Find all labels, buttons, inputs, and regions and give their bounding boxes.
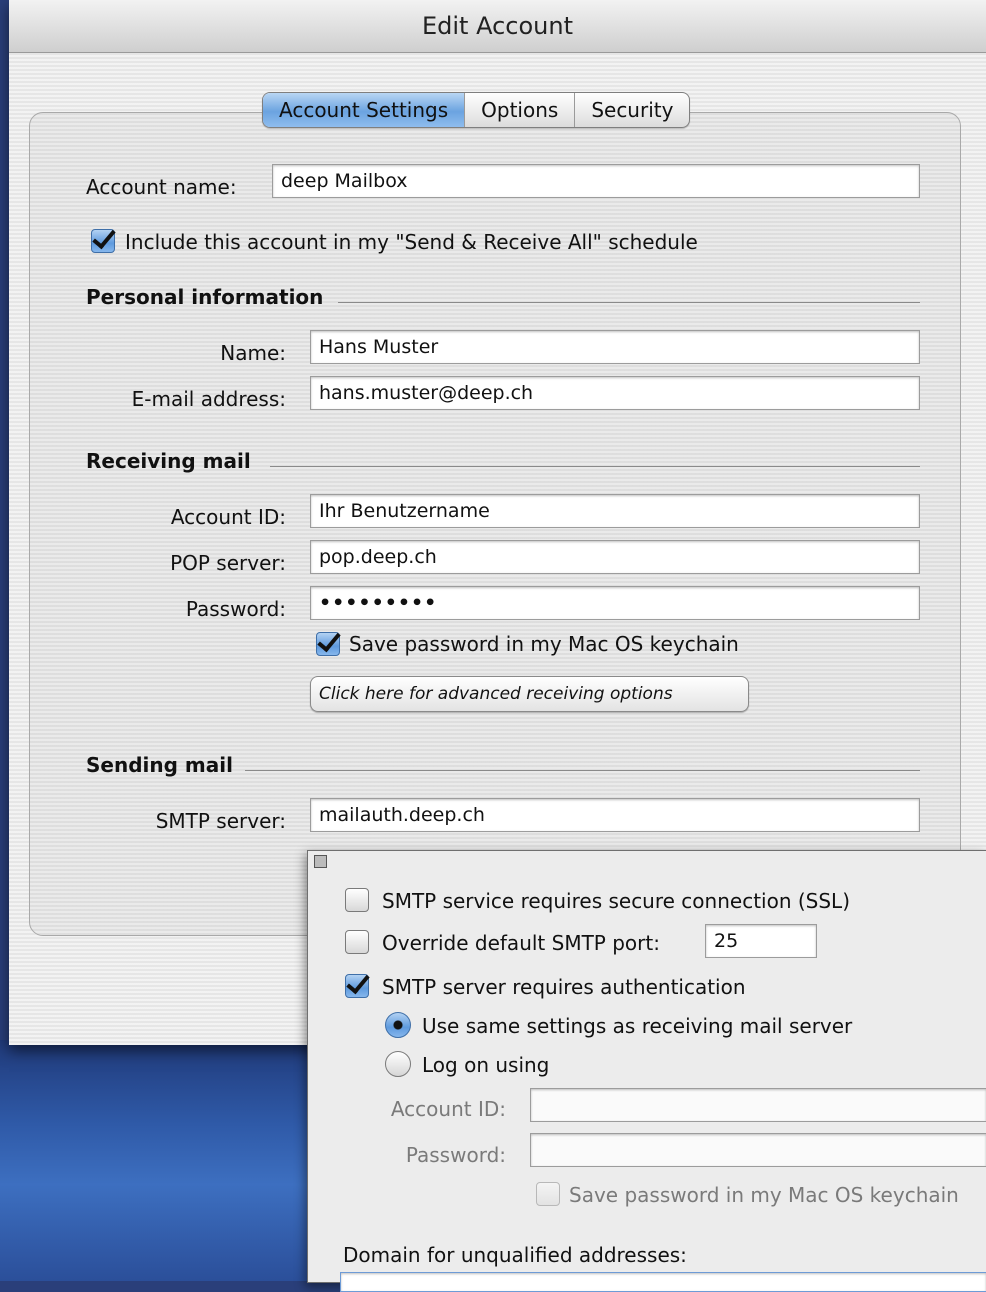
account-name-field[interactable]: deep Mailbox bbox=[272, 164, 920, 198]
smtp-server-label: SMTP server: bbox=[155, 809, 286, 833]
receiving-mail-heading: Receiving mail bbox=[86, 449, 251, 473]
override-port-checkbox[interactable] bbox=[345, 930, 369, 954]
smtp-server-field[interactable]: mailauth.deep.ch bbox=[310, 798, 920, 832]
log-on-using-radio[interactable] bbox=[385, 1051, 411, 1077]
log-on-using-label: Log on using bbox=[422, 1053, 550, 1077]
ssl-checkbox[interactable] bbox=[345, 888, 369, 912]
advanced-receiving-options-button[interactable]: Click here for advanced receiving option… bbox=[310, 676, 749, 712]
smtp-account-id-field[interactable] bbox=[530, 1088, 986, 1122]
same-settings-radio[interactable] bbox=[385, 1012, 411, 1038]
smtp-account-id-label: Account ID: bbox=[390, 1097, 506, 1121]
personal-information-heading: Personal information bbox=[86, 285, 324, 309]
tab-account-settings[interactable]: Account Settings bbox=[263, 93, 466, 127]
save-password-label: Save password in my Mac OS keychain bbox=[349, 632, 739, 656]
window-title: Edit Account bbox=[9, 0, 986, 53]
smtp-port-field[interactable]: 25 bbox=[705, 924, 817, 958]
tab-security[interactable]: Security bbox=[575, 93, 689, 127]
password-field[interactable]: ••••••••• bbox=[310, 586, 920, 620]
save-password-checkbox[interactable] bbox=[316, 632, 340, 656]
smtp-auth-checkbox[interactable] bbox=[345, 974, 369, 998]
tab-bar: Account Settings Options Security bbox=[262, 92, 691, 128]
email-address-field[interactable]: hans.muster@deep.ch bbox=[310, 376, 920, 410]
smtp-save-password-label: Save password in my Mac OS keychain bbox=[569, 1183, 959, 1207]
same-settings-label: Use same settings as receiving mail serv… bbox=[422, 1014, 853, 1038]
account-name-label: Account name: bbox=[86, 175, 237, 199]
tab-options[interactable]: Options bbox=[465, 93, 576, 127]
name-field[interactable]: Hans Muster bbox=[310, 330, 920, 364]
sending-mail-heading: Sending mail bbox=[86, 753, 233, 777]
pop-server-label: POP server: bbox=[170, 551, 286, 575]
smtp-password-label: Password: bbox=[405, 1143, 506, 1167]
smtp-auth-label: SMTP server requires authentication bbox=[382, 975, 746, 999]
password-label: Password: bbox=[185, 597, 286, 621]
ssl-label: SMTP service requires secure connection … bbox=[382, 889, 850, 913]
pop-server-field[interactable]: pop.deep.ch bbox=[310, 540, 920, 574]
account-id-field[interactable]: Ihr Benutzername bbox=[310, 494, 920, 528]
smtp-save-password-checkbox[interactable] bbox=[536, 1182, 560, 1206]
personal-information-divider bbox=[338, 302, 920, 303]
domain-unqualified-field[interactable] bbox=[340, 1272, 986, 1292]
account-id-label: Account ID: bbox=[170, 505, 286, 529]
receiving-mail-divider bbox=[270, 466, 920, 467]
smtp-password-field[interactable] bbox=[530, 1133, 986, 1167]
email-address-label: E-mail address: bbox=[131, 387, 286, 411]
name-label: Name: bbox=[220, 341, 286, 365]
include-schedule-checkbox[interactable] bbox=[91, 229, 115, 253]
domain-unqualified-label: Domain for unqualified addresses: bbox=[343, 1243, 687, 1267]
override-port-label: Override default SMTP port: bbox=[382, 931, 660, 955]
sending-mail-divider bbox=[245, 770, 920, 771]
panel-close-icon[interactable] bbox=[314, 855, 327, 868]
include-schedule-label: Include this account in my "Send & Recei… bbox=[125, 230, 698, 254]
